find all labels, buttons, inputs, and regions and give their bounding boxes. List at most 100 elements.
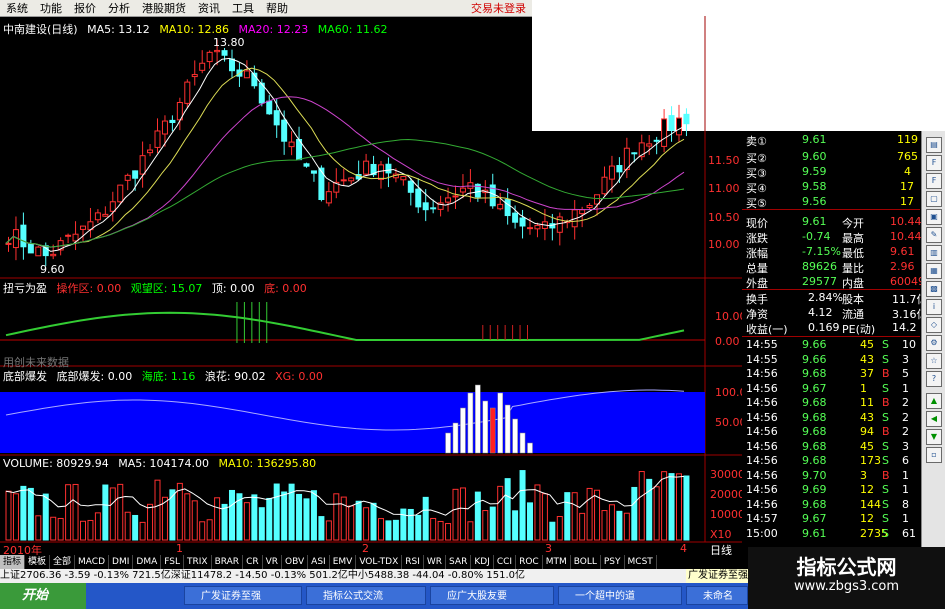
grid-icon[interactable]: ▩ xyxy=(926,281,942,297)
menu-system[interactable]: 系统 xyxy=(0,0,34,16)
tab-brar[interactable]: BRAR xyxy=(212,555,244,569)
tick-cell: 14:56 xyxy=(746,410,778,424)
candle xyxy=(27,243,34,254)
tab-macd[interactable]: MACD xyxy=(75,555,110,569)
volume-bar xyxy=(27,487,34,541)
start-button[interactable]: 开始 xyxy=(0,583,86,609)
tab-vol-tdx[interactable]: VOL-TDX xyxy=(356,555,403,569)
tab-cr[interactable]: CR xyxy=(243,555,263,569)
tab-mtm[interactable]: MTM xyxy=(543,555,571,569)
tick-cell: 9.68 xyxy=(802,410,827,424)
document-icon[interactable]: ▦ xyxy=(926,263,942,279)
broker-label[interactable]: 广发证券至强 xyxy=(686,569,748,583)
tab-dma[interactable]: DMA xyxy=(133,555,162,569)
stat-cell: 9.61 xyxy=(802,215,827,228)
star-icon[interactable]: ☆ xyxy=(926,353,942,369)
tab-fsl[interactable]: FSL xyxy=(161,555,184,569)
menu-tools[interactable]: 工具 xyxy=(226,0,260,16)
tick-cell: 11 xyxy=(860,396,874,409)
volume-bar xyxy=(512,510,519,541)
ind2-bar xyxy=(445,432,451,454)
taskbar-item[interactable]: 广发证券至强 xyxy=(184,586,302,605)
tab-obv[interactable]: OBV xyxy=(282,555,309,569)
menu-hk-futures[interactable]: 港股期货 xyxy=(136,0,192,16)
chart-icon[interactable]: ▤ xyxy=(926,137,942,153)
info-icon[interactable]: i xyxy=(926,299,942,315)
vol-tick-30000: 30000 xyxy=(710,468,745,481)
stat-cell: -0.74 xyxy=(802,230,831,243)
tab-kdj[interactable]: KDJ xyxy=(471,555,494,569)
f10-icon[interactable]: F xyxy=(926,155,942,171)
menu-analysis[interactable]: 分析 xyxy=(102,0,136,16)
menu-function[interactable]: 功能 xyxy=(34,0,68,16)
expand-icon[interactable]: ◇ xyxy=(926,317,942,333)
tab-全部[interactable]: 全部 xyxy=(50,555,76,569)
tick-cell: 94 xyxy=(860,425,874,438)
candle xyxy=(20,224,27,248)
volume-bar xyxy=(467,521,474,541)
ind2-xg: XG: 0.00 xyxy=(275,370,323,383)
candle xyxy=(422,202,429,211)
tab-cci[interactable]: CCI xyxy=(494,555,517,569)
tab-dmi[interactable]: DMI xyxy=(109,555,134,569)
trade-login-status[interactable]: 交易未登录 xyxy=(465,0,532,16)
arrow-left-icon[interactable]: ◀ xyxy=(926,411,942,427)
taskbar-item[interactable]: 应广大股友要 xyxy=(430,586,554,605)
order-vol: 765 xyxy=(897,150,918,163)
tick-cell: S xyxy=(882,410,889,424)
info-icon[interactable]: ? xyxy=(926,371,942,387)
tick-cell: S xyxy=(882,381,889,395)
ind1-name: 扭亏为盈 xyxy=(3,282,47,295)
tab-emv[interactable]: EMV xyxy=(330,555,357,569)
volume-bar xyxy=(348,505,355,541)
save-icon[interactable]: ▫ xyxy=(926,447,942,463)
tab-sar[interactable]: SAR xyxy=(446,555,472,569)
tick-cell: 61 xyxy=(902,526,916,540)
menu-news[interactable]: 资讯 xyxy=(192,0,226,16)
tab-boll[interactable]: BOLL xyxy=(571,555,601,569)
volume-bar xyxy=(586,487,593,541)
tab-roc[interactable]: ROC xyxy=(516,555,543,569)
volume-bar xyxy=(370,502,377,541)
tab-mcst[interactable]: MCST xyxy=(625,555,657,569)
tick-cell: S xyxy=(882,454,889,467)
tab-trix[interactable]: TRIX xyxy=(184,555,212,569)
taskbar-item[interactable]: 未命名 xyxy=(686,586,748,605)
volume-bar xyxy=(184,493,191,541)
settings-icon[interactable]: ⚙ xyxy=(926,335,942,351)
vol-ma10: MA10: 136295.80 xyxy=(218,457,317,470)
tab-wr[interactable]: WR xyxy=(424,555,447,569)
tick-row: 14:56 9.68 144 S 8 xyxy=(742,498,920,513)
tab-rsi[interactable]: RSI xyxy=(402,555,424,569)
tab-asi[interactable]: ASI xyxy=(308,555,330,569)
taskbar-item[interactable]: 一个超中的道 xyxy=(558,586,682,605)
tab-指标[interactable]: 指标 xyxy=(0,555,26,569)
tools-icon[interactable]: ✎ xyxy=(926,227,942,243)
document-icon[interactable]: ▢ xyxy=(926,191,942,207)
tick-cell: 14:55 xyxy=(746,338,778,351)
f10-icon[interactable]: F xyxy=(926,173,942,189)
tab-psy[interactable]: PSY xyxy=(601,555,625,569)
document-icon[interactable]: ▣ xyxy=(926,209,942,225)
menu-help[interactable]: 帮助 xyxy=(260,0,294,16)
ind2-legend: 底部爆发 底部爆发: 0.00 海底: 1.16 浪花: 90.02 XG: 0… xyxy=(3,368,329,384)
volume-bar xyxy=(474,491,481,541)
candle xyxy=(400,176,407,181)
arrow-up-icon[interactable]: ▲ xyxy=(926,393,942,409)
volume-bar xyxy=(154,479,161,541)
chart-icon[interactable]: ▥ xyxy=(926,245,942,261)
chart-area[interactable]: 中南建设(日线) MA5: 13.12 MA10: 12.86 MA20: 12… xyxy=(0,16,747,557)
taskbar-item[interactable]: 指标公式交流 xyxy=(306,586,426,605)
volume-bar xyxy=(12,493,19,541)
menu-quote[interactable]: 报价 xyxy=(68,0,102,16)
candle xyxy=(683,113,690,125)
stat-row: 现价 9.61 今开 10.44 xyxy=(742,215,922,230)
tick-row: 14:56 9.68 45 S 3 xyxy=(742,440,920,455)
tab-vr[interactable]: VR xyxy=(263,555,283,569)
arrow-down-icon[interactable]: ▼ xyxy=(926,429,942,445)
volume-bar xyxy=(72,483,79,541)
tick-cell: 9.68 xyxy=(802,367,827,380)
tab-模板[interactable]: 模板 xyxy=(25,555,51,569)
tick-cell: 9.66 xyxy=(802,352,827,366)
price-tick-1100: 11.00 xyxy=(708,182,740,195)
